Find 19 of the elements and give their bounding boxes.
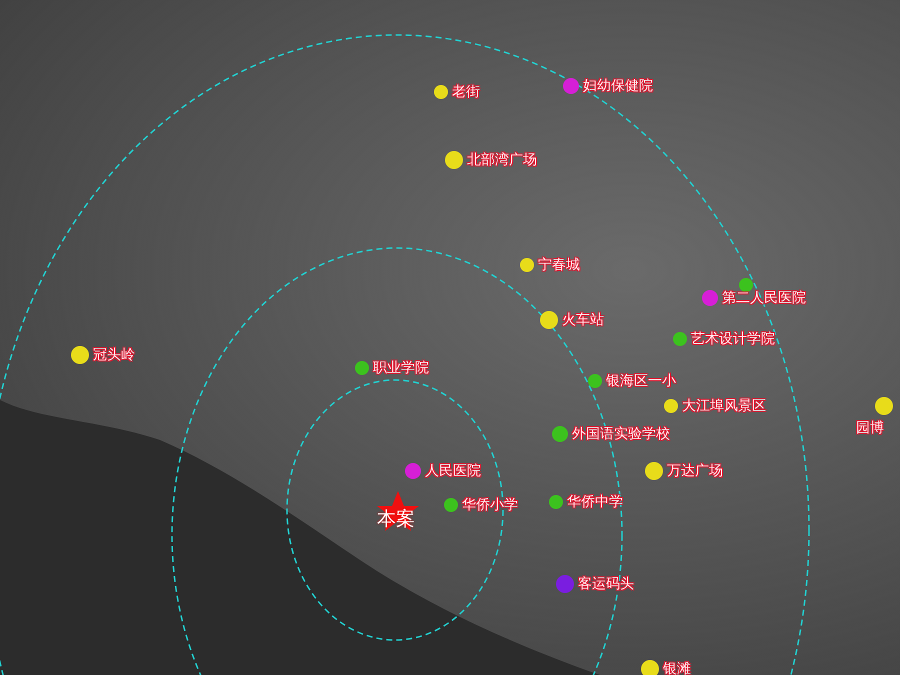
place-label: 客运码头	[578, 576, 634, 592]
place-label: 银滩	[663, 661, 691, 675]
place-label: 老街	[452, 84, 480, 100]
place-label: 万达广场	[667, 463, 723, 479]
place-label: 妇幼保健院	[583, 78, 653, 94]
place-label: 园博	[856, 420, 884, 436]
place-label: 艺术设计学院	[691, 331, 775, 347]
place-label: 北部湾广场	[467, 152, 537, 168]
place-label: 职业学院	[373, 360, 429, 376]
place-label: 银海区一小	[606, 373, 676, 389]
place-label: 大江埠风景区	[682, 398, 766, 414]
place-label: 第二人民医院	[722, 290, 806, 306]
place-label: 外国语实验学校	[572, 426, 670, 442]
place-label: 华侨中学	[567, 494, 623, 510]
place-label: 华侨小学	[462, 497, 518, 513]
place-label: 宁春城	[538, 257, 580, 273]
place-label: 人民医院	[425, 463, 481, 479]
place-label: 火车站	[562, 312, 604, 328]
place-label: 冠头岭	[93, 347, 135, 363]
